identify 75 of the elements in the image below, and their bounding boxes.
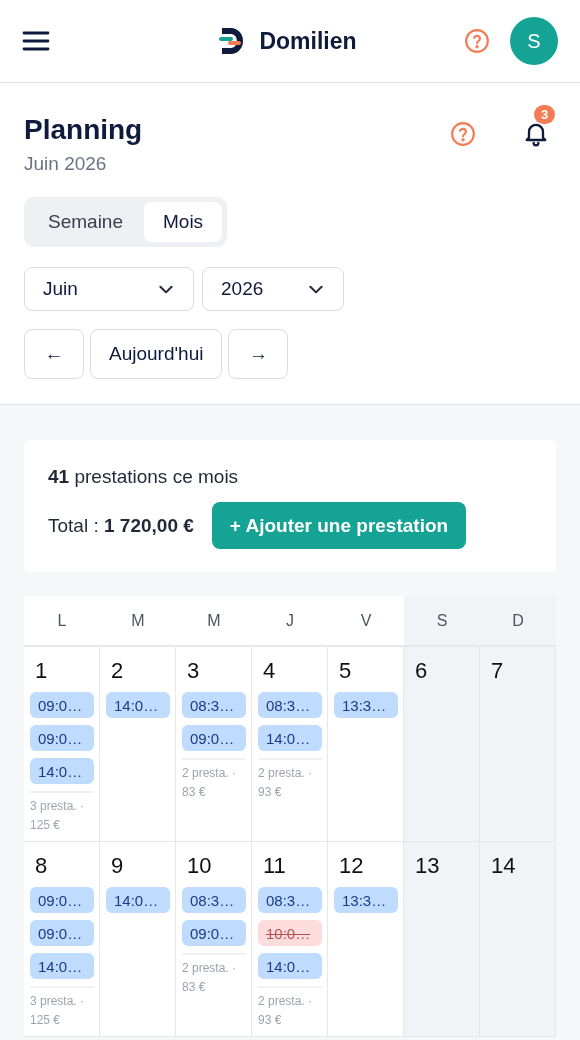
weekday-header: M [100,596,176,647]
day-number: 10 [186,852,212,880]
weekday-header: J [252,596,328,647]
event-chip[interactable]: 14:0… [258,953,322,979]
today-button[interactable]: Aujourd'hui [90,329,223,379]
day-number: 11 [262,852,286,880]
event-chip[interactable]: 14:0… [106,692,170,718]
event-chip[interactable]: 08:3… [182,692,246,718]
day-number: 1 [34,657,48,685]
day-cell[interactable]: 5 13:3… [328,647,404,842]
weekday-header: M [176,596,252,647]
day-cell[interactable]: 6 [404,647,480,842]
services-count: 41 prestations ce mois [48,466,240,488]
event-chip[interactable]: 08:3… [258,887,322,913]
day-cell[interactable]: 10 08:3… 09:0… 2 presta. · 83 € [176,842,252,1037]
day-cell[interactable]: 2 14:0… [100,647,176,842]
next-button[interactable]: → [228,329,289,379]
event-chip[interactable]: 09:0… [182,920,246,946]
brand-name: Domilien [259,27,357,55]
weekday-header: D [480,596,556,647]
day-number: 12 [338,852,364,880]
day-number: 6 [414,657,428,685]
day-number: 13 [414,852,440,880]
day-number: 2 [110,657,124,685]
day-summary: 2 presta. · 93 € [258,993,314,1029]
notification-badge: 3 [534,105,556,124]
event-chip[interactable]: 14:0… [106,887,170,913]
day-number: 4 [262,657,276,685]
view-tab[interactable]: Semaine [29,202,142,242]
help-icon[interactable] [450,121,476,147]
event-chip[interactable]: 09:0… [182,725,246,751]
help-icon[interactable] [464,28,490,54]
view-tab[interactable]: Mois [144,202,223,242]
day-summary: 2 presta. · 83 € [182,960,238,996]
day-number: 9 [110,852,124,880]
menu-icon[interactable] [22,30,50,52]
event-chip[interactable]: 08:3… [258,692,322,718]
day-cell[interactable]: 1 09:0… 09:0… 14:0… 3 presta. · 125 € [24,647,100,842]
weekday-header: S [404,596,480,647]
day-number: 8 [34,852,48,880]
event-chip[interactable]: 08:3… [182,887,246,913]
day-cell[interactable]: 7 [480,647,556,842]
day-summary: 3 presta. · 125 € [30,993,86,1029]
event-chip[interactable]: 14:0… [258,725,322,751]
event-chip[interactable]: 09:0… [30,692,94,718]
day-cell[interactable]: 11 08:3… 10:0… 14:0… 2 presta. · 93 € [252,842,328,1037]
month-total: Total : 1 720,00 € [48,514,194,537]
event-chip[interactable]: 13:3… [334,692,398,718]
event-chip[interactable]: 14:0… [30,953,94,979]
day-summary: 2 presta. · 83 € [182,765,238,801]
day-cell[interactable]: 8 09:0… 09:0… 14:0… 3 presta. · 125 € [24,842,100,1037]
day-cell[interactable]: 3 08:3… 09:0… 2 presta. · 83 € [176,647,252,842]
month-select[interactable]: Juin [24,267,194,311]
day-number: 14 [490,852,516,880]
year-select[interactable]: 2026 [202,267,344,311]
event-chip[interactable]: 13:3… [334,887,398,913]
day-summary: 3 presta. · 125 € [30,798,86,834]
day-cell[interactable]: 9 14:0… [100,842,176,1037]
page-title: Planning [24,113,144,147]
event-chip[interactable]: 09:0… [30,887,94,913]
day-cell[interactable]: 4 08:3… 14:0… 2 presta. · 93 € [252,647,328,842]
day-summary: 2 presta. · 93 € [258,765,314,801]
day-cell[interactable]: 12 13:3… [328,842,404,1037]
weekday-header: L [24,596,100,647]
day-number: 5 [338,657,352,685]
day-number: 3 [186,657,200,685]
page-subtitle: Juin 2026 [24,153,108,175]
day-cell[interactable]: 13 [404,842,480,1037]
day-number: 7 [490,657,504,685]
previous-button[interactable]: ← [24,329,84,379]
day-cell[interactable]: 14 [480,842,556,1037]
event-chip[interactable]: 09:0… [30,920,94,946]
event-chip[interactable]: 14:0… [30,758,94,784]
event-chip[interactable]: 09:0… [30,725,94,751]
cancelled-event[interactable]: 10:0… [258,920,322,946]
